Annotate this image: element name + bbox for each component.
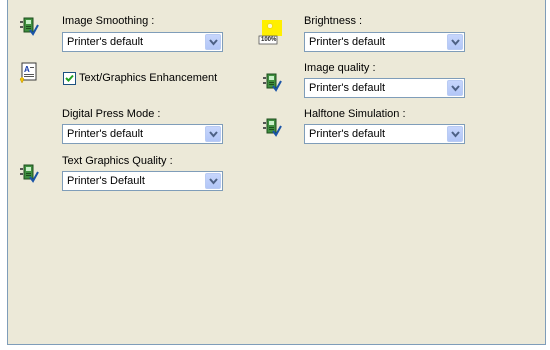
digital-press-mode-dropdown-button[interactable] [205, 126, 221, 142]
image-smoothing-select[interactable]: Printer's default [62, 32, 223, 52]
text-graphics-enhancement-checkbox[interactable] [63, 72, 76, 85]
brightness-label: Brightness : [304, 15, 363, 27]
printer-settings-icon [262, 117, 282, 137]
text-graphics-enhancement-label[interactable]: Text/Graphics Enhancement [79, 72, 217, 85]
halftone-simulation-select[interactable]: Printer's default [304, 124, 465, 144]
image-quality-label: Image quality : [304, 62, 376, 74]
chevron-down-icon [209, 39, 218, 46]
halftone-simulation-label: Halftone Simulation : [304, 108, 406, 120]
printer-settings-icon [19, 16, 39, 36]
brightness-icon: 100% [258, 19, 284, 45]
svg-text:A: A [24, 65, 30, 74]
digital-press-mode-select[interactable]: Printer's default [62, 124, 223, 144]
text-graphics-quality-select[interactable]: Printer's Default [62, 171, 223, 191]
image-smoothing-value: Printer's default [67, 36, 144, 48]
brightness-dropdown-button[interactable] [447, 34, 463, 50]
halftone-simulation-dropdown-button[interactable] [447, 126, 463, 142]
halftone-simulation-value: Printer's default [309, 128, 386, 140]
checkmark-icon [65, 74, 74, 82]
printer-settings-icon [19, 163, 39, 183]
brightness-level-badge: 100% [261, 37, 277, 43]
chevron-down-icon [451, 39, 460, 46]
chevron-down-icon [209, 178, 218, 185]
image-smoothing-label: Image Smoothing : [62, 15, 155, 27]
chevron-down-icon [451, 85, 460, 92]
brightness-select[interactable]: Printer's default [304, 32, 465, 52]
brightness-value: Printer's default [309, 36, 386, 48]
digital-press-mode-label: Digital Press Mode : [62, 108, 161, 120]
text-graphics-quality-value: Printer's Default [67, 175, 145, 187]
text-graphics-quality-dropdown-button[interactable] [205, 173, 221, 189]
chevron-down-icon [451, 131, 460, 138]
image-quality-value: Printer's default [309, 82, 386, 94]
image-quality-select[interactable]: Printer's default [304, 78, 465, 98]
chevron-down-icon [209, 131, 218, 138]
printer-settings-icon [262, 72, 282, 92]
image-smoothing-dropdown-button[interactable] [205, 34, 221, 50]
text-graphics-quality-label: Text Graphics Quality : [62, 155, 173, 167]
text-document-icon: A [19, 62, 39, 84]
image-quality-dropdown-button[interactable] [447, 80, 463, 96]
digital-press-mode-value: Printer's default [67, 128, 144, 140]
